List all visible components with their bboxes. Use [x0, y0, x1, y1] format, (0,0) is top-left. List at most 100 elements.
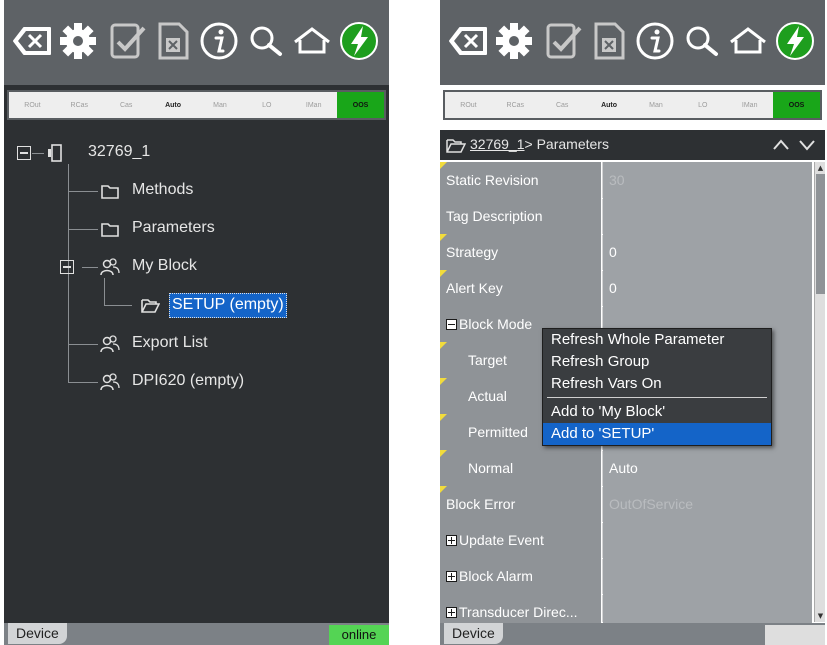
- changed-flag-icon: [440, 450, 447, 457]
- mode-oos: OOS: [773, 92, 820, 118]
- gear-icon[interactable]: [56, 18, 100, 64]
- open-folder-icon: [140, 296, 160, 314]
- scrollbar-down-arrow-icon[interactable]: ▼: [816, 611, 825, 621]
- open-folder-icon: [446, 137, 467, 153]
- param-value: 30: [603, 162, 812, 198]
- toolbar: [4, 0, 389, 85]
- tree-connector: [68, 191, 98, 192]
- param-value[interactable]: Auto: [603, 450, 812, 486]
- table-row[interactable]: Tag Description: [440, 198, 812, 235]
- block-mode-strip: ROut RCas Cas Auto Man LO IMan OOS: [443, 90, 822, 120]
- mode-iman: IMan: [741, 101, 758, 109]
- mode-oos: OOS: [337, 92, 384, 118]
- param-name: Alert Key: [440, 270, 602, 306]
- device-tab[interactable]: Device: [8, 623, 67, 644]
- changed-flag-icon: [440, 234, 447, 241]
- tree-item-my-block[interactable]: My Block: [132, 257, 197, 275]
- online-status-badge: online: [329, 625, 389, 645]
- table-row[interactable]: Normal Auto: [440, 450, 812, 487]
- tree-root-label[interactable]: 32769_1: [88, 143, 150, 161]
- home-icon[interactable]: [726, 18, 770, 64]
- collapse-icon[interactable]: [446, 319, 457, 330]
- search-icon[interactable]: [680, 18, 724, 64]
- table-row[interactable]: Block Error OutOfService: [440, 486, 812, 523]
- people-icon: [100, 373, 120, 391]
- menu-item-refresh-group[interactable]: Refresh Group: [543, 351, 771, 373]
- tree-connector: [104, 278, 105, 306]
- parameters-screen: ROut RCas Cas Auto Man LO IMan OOS 32769…: [440, 0, 825, 645]
- tree-view-screen: ROut RCas Cas Auto Man LO IMan OOS 32769…: [4, 0, 389, 645]
- table-row[interactable]: Strategy 0: [440, 234, 812, 271]
- expand-icon[interactable]: [446, 571, 457, 582]
- collapse-toggle[interactable]: [17, 146, 31, 160]
- backspace-icon[interactable]: [10, 18, 54, 64]
- cancel-document-icon[interactable]: [587, 18, 631, 64]
- people-icon: [100, 258, 120, 276]
- mode-rcas: RCas: [70, 101, 89, 109]
- info-icon[interactable]: [197, 18, 241, 64]
- breadcrumb-link-device[interactable]: 32769_1: [470, 136, 525, 152]
- lightning-icon[interactable]: [337, 18, 381, 64]
- scrollbar-up-arrow-icon[interactable]: ▲: [816, 163, 825, 173]
- status-bar: Device: [440, 623, 825, 645]
- tree-connector: [68, 382, 98, 383]
- vertical-scrollbar[interactable]: ▲ ▼: [814, 162, 825, 622]
- menu-item-add-to-my-block[interactable]: Add to 'My Block': [543, 401, 771, 423]
- param-name: Block Mode: [459, 316, 533, 332]
- mode-cas: Cas: [555, 101, 569, 109]
- scroll-up-icon[interactable]: [770, 135, 792, 155]
- expand-icon[interactable]: [446, 607, 457, 618]
- param-value[interactable]: 0: [603, 270, 812, 306]
- tree-item-dpi620[interactable]: DPI620 (empty): [132, 372, 244, 390]
- scrollbar-thumb[interactable]: [816, 174, 825, 294]
- changed-flag-icon: [440, 486, 447, 493]
- tree-connector: [82, 267, 98, 268]
- param-group-header[interactable]: Block Alarm: [440, 558, 602, 594]
- menu-item-refresh-whole-parameter[interactable]: Refresh Whole Parameter: [543, 329, 771, 351]
- param-value[interactable]: [603, 198, 812, 234]
- param-value[interactable]: 0: [603, 234, 812, 270]
- collapse-toggle[interactable]: [60, 260, 74, 274]
- table-row[interactable]: Update Event: [440, 522, 812, 559]
- mode-man: Man: [649, 101, 663, 109]
- home-icon[interactable]: [290, 18, 334, 64]
- cancel-document-icon[interactable]: [151, 18, 195, 64]
- search-icon[interactable]: [244, 18, 288, 64]
- menu-separator: [547, 397, 767, 398]
- tree-item-methods[interactable]: Methods: [132, 181, 193, 199]
- gear-icon[interactable]: [492, 18, 536, 64]
- info-icon[interactable]: [633, 18, 677, 64]
- changed-flag-icon: [440, 342, 447, 349]
- mode-auto: Auto: [601, 101, 618, 109]
- tree-item-parameters[interactable]: Parameters: [132, 219, 215, 237]
- table-row[interactable]: Alert Key 0: [440, 270, 812, 307]
- toolbar: [440, 0, 825, 85]
- lightning-icon[interactable]: [773, 18, 817, 64]
- param-name: Tag Description: [440, 198, 602, 234]
- checklist-icon[interactable]: [540, 18, 584, 64]
- mode-rout: ROut: [24, 101, 41, 109]
- table-row[interactable]: Static Revision 30: [440, 162, 812, 199]
- menu-item-refresh-vars-on[interactable]: Refresh Vars On: [543, 373, 771, 395]
- mode-auto: Auto: [165, 101, 182, 109]
- tree-item-export-list[interactable]: Export List: [132, 334, 208, 352]
- param-value: [603, 558, 812, 594]
- table-row[interactable]: Block Alarm: [440, 558, 812, 595]
- param-name: Static Revision: [440, 162, 602, 198]
- tree-connector: [32, 153, 44, 154]
- param-value: [603, 522, 812, 558]
- backspace-icon[interactable]: [446, 18, 490, 64]
- checklist-icon[interactable]: [104, 18, 148, 64]
- people-icon: [100, 335, 120, 353]
- mode-man: Man: [213, 101, 227, 109]
- device-tab[interactable]: Device: [444, 623, 503, 644]
- tree-item-setup[interactable]: SETUP (empty): [169, 293, 287, 318]
- param-group-header[interactable]: Update Event: [440, 522, 602, 558]
- scroll-down-icon[interactable]: [796, 135, 818, 155]
- param-value: OutOfService: [603, 486, 812, 522]
- expand-icon[interactable]: [446, 535, 457, 546]
- block-mode-strip: ROut RCas Cas Auto Man LO IMan OOS: [7, 90, 386, 120]
- tree-connector: [68, 344, 98, 345]
- tree-connector: [104, 305, 132, 306]
- menu-item-add-to-setup[interactable]: Add to 'SETUP': [543, 423, 771, 445]
